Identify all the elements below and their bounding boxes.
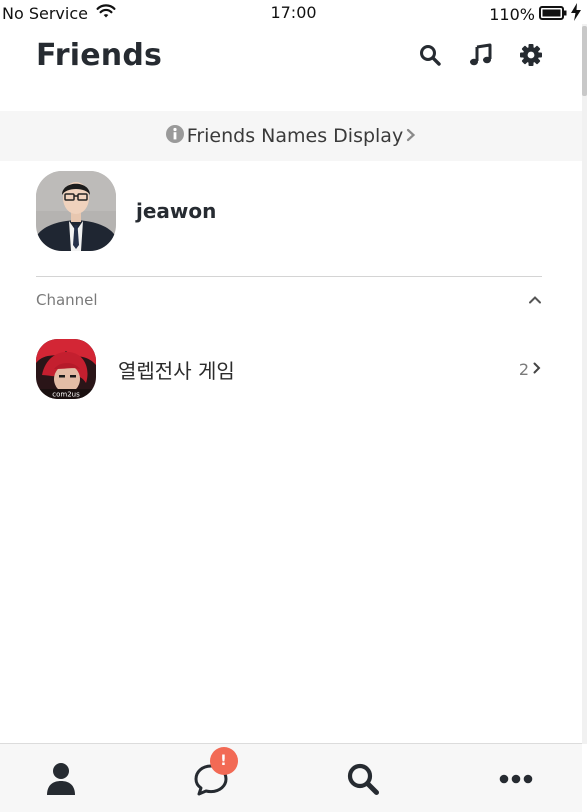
chevron-up-icon[interactable] [528, 291, 542, 309]
tab-more[interactable] [443, 744, 587, 812]
tab-bar: ! [0, 743, 582, 812]
chevron-right-icon [532, 360, 542, 379]
channel-section-header[interactable]: Channel [36, 286, 542, 314]
battery-label: 110% [489, 4, 535, 24]
search-icon[interactable] [417, 42, 443, 68]
channel-name: 열렙전사 게임 [118, 358, 235, 383]
person-icon [43, 761, 79, 797]
chat-icon: ! [193, 746, 238, 797]
tab-chats[interactable]: ! [138, 744, 283, 812]
profile-avatar [36, 171, 116, 251]
page-title: Friends [36, 38, 163, 73]
section-label: Channel [36, 291, 98, 309]
my-profile[interactable]: jeawon [36, 171, 542, 251]
charging-icon [571, 3, 581, 25]
settings-icon[interactable] [518, 42, 544, 68]
more-icon [498, 761, 534, 797]
friends-screen: No Service 17:00 110% Friends Friends Na… [0, 0, 587, 812]
chevron-right-icon [405, 125, 417, 147]
channel-count: 2 [519, 360, 542, 379]
scrollbar-thumb[interactable] [582, 26, 587, 96]
banner-label: Friends Names Display [186, 125, 404, 147]
info-icon [165, 124, 185, 149]
channel-count-value: 2 [518, 359, 529, 379]
friends-names-display-banner[interactable]: Friends Names Display [0, 111, 582, 161]
status-bar: No Service 17:00 110% [0, 0, 587, 24]
battery-icon [539, 5, 567, 24]
channel-avatar: com2us [36, 339, 96, 399]
tab-search[interactable] [290, 744, 435, 812]
chats-badge: ! [209, 746, 238, 775]
profile-name: jeawon [136, 199, 217, 223]
channel-logo-text: com2us [52, 391, 80, 399]
channel-item[interactable]: com2us 열렙전사 게임 2 [36, 338, 542, 400]
scrollbar[interactable] [582, 24, 587, 744]
divider [36, 276, 542, 277]
search-icon [345, 761, 381, 797]
status-right: 110% [489, 3, 581, 25]
header: Friends [0, 24, 587, 110]
music-icon[interactable] [468, 42, 494, 68]
tab-friends[interactable] [0, 744, 133, 812]
